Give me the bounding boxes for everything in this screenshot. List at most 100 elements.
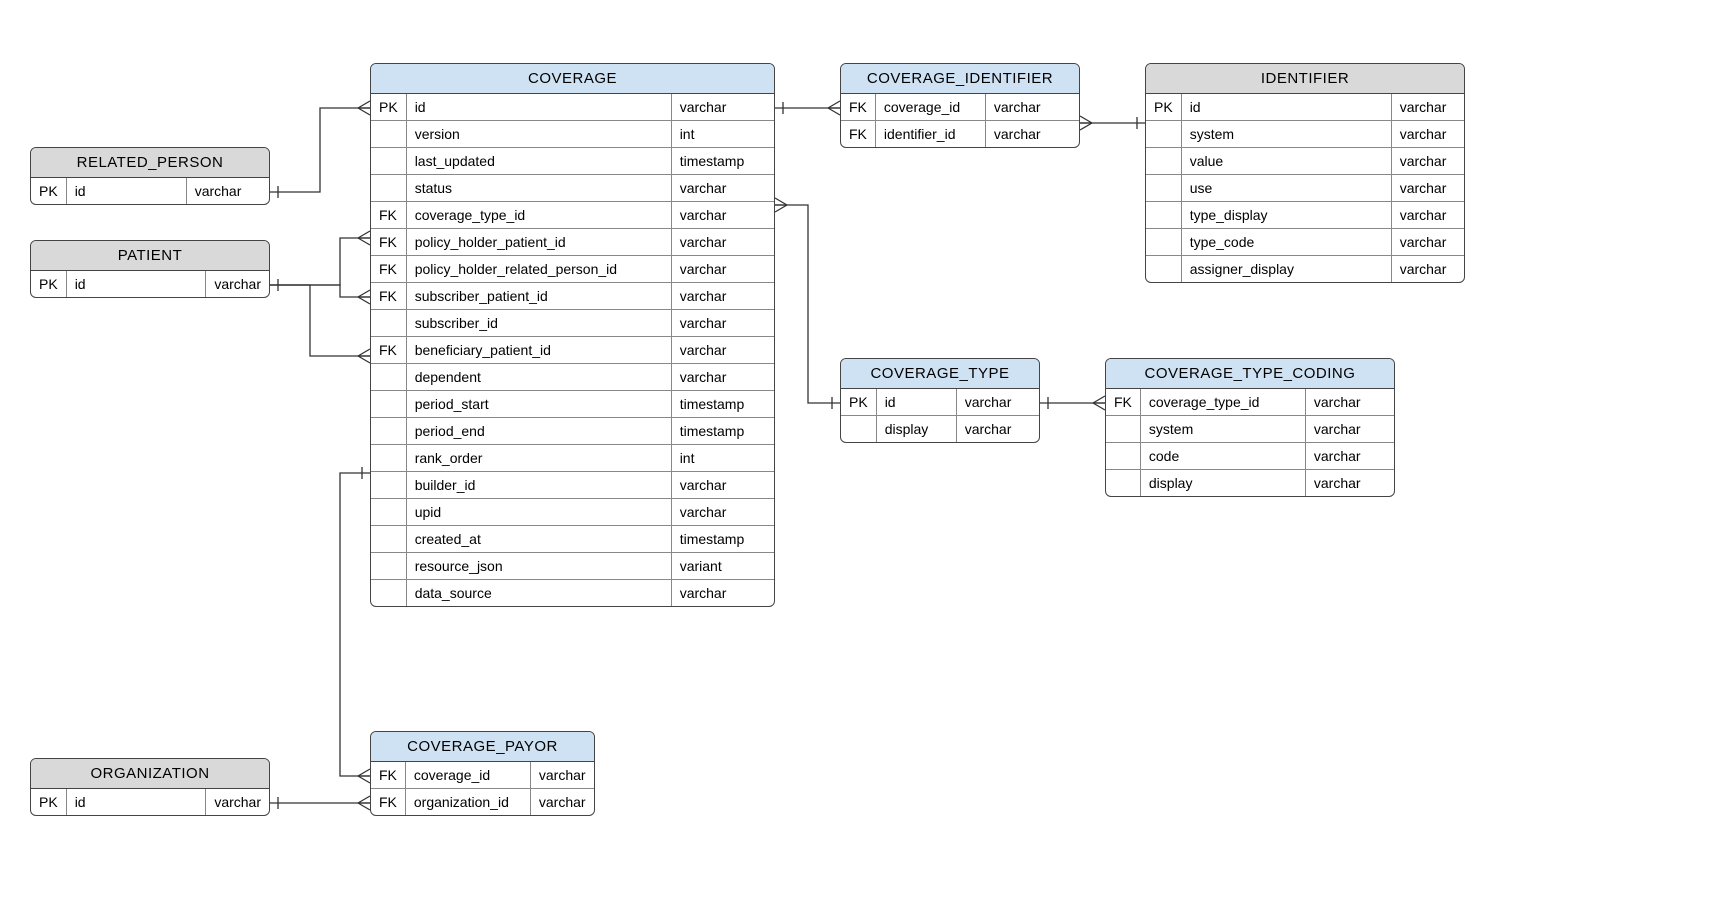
type-cell: timestamp bbox=[671, 148, 774, 175]
entity-title: PATIENT bbox=[31, 241, 269, 271]
table-row: FKsubscriber_patient_idvarchar bbox=[371, 283, 774, 310]
name-cell: upid bbox=[406, 499, 671, 526]
type-cell: varchar bbox=[1391, 202, 1464, 229]
table-row: type_codevarchar bbox=[1146, 229, 1464, 256]
table-row: FKcoverage_type_idvarchar bbox=[1106, 389, 1394, 416]
entity-coverage-payor: COVERAGE_PAYORFKcoverage_idvarcharFKorga… bbox=[370, 731, 595, 816]
name-cell: beneficiary_patient_id bbox=[406, 337, 671, 364]
table-row: dependentvarchar bbox=[371, 364, 774, 391]
entity-title: COVERAGE_TYPE_CODING bbox=[1106, 359, 1394, 389]
entity-title: COVERAGE_PAYOR bbox=[371, 732, 594, 762]
table-row: rank_orderint bbox=[371, 445, 774, 472]
table-row: FKcoverage_idvarchar bbox=[371, 762, 594, 789]
entity-rows: PKidvarchar bbox=[31, 178, 269, 204]
table-row: data_sourcevarchar bbox=[371, 580, 774, 607]
entity-title: COVERAGE_IDENTIFIER bbox=[841, 64, 1079, 94]
type-cell: varchar bbox=[671, 283, 774, 310]
type-cell: varchar bbox=[1305, 470, 1394, 497]
table-row: FKorganization_idvarchar bbox=[371, 789, 594, 816]
er-diagram-canvas: RELATED_PERSONPKidvarcharPATIENTPKidvarc… bbox=[0, 0, 1735, 909]
type-cell: varchar bbox=[985, 121, 1079, 148]
name-cell: builder_id bbox=[406, 472, 671, 499]
name-cell: period_start bbox=[406, 391, 671, 418]
table-row: type_displayvarchar bbox=[1146, 202, 1464, 229]
name-cell: type_code bbox=[1181, 229, 1391, 256]
entity-title: COVERAGE_TYPE bbox=[841, 359, 1039, 389]
key-cell bbox=[1146, 229, 1181, 256]
key-cell: PK bbox=[31, 178, 66, 204]
type-cell: varchar bbox=[206, 789, 269, 815]
name-cell: coverage_type_id bbox=[1140, 389, 1305, 416]
key-cell: FK bbox=[841, 121, 875, 148]
connector-coverage-to-coverage_type bbox=[775, 205, 840, 403]
table-row: PKidvarchar bbox=[371, 94, 774, 121]
name-cell: data_source bbox=[406, 580, 671, 607]
table-row: FKbeneficiary_patient_idvarchar bbox=[371, 337, 774, 364]
table-row: codevarchar bbox=[1106, 443, 1394, 470]
key-cell bbox=[1146, 121, 1181, 148]
table-row: versionint bbox=[371, 121, 774, 148]
table-row: PKidvarchar bbox=[31, 271, 269, 297]
type-cell: varchar bbox=[186, 178, 269, 204]
type-cell: varchar bbox=[671, 175, 774, 202]
table-row: created_attimestamp bbox=[371, 526, 774, 553]
table-row: systemvarchar bbox=[1146, 121, 1464, 148]
entity-coverage-identifier: COVERAGE_IDENTIFIERFKcoverage_idvarcharF… bbox=[840, 63, 1080, 148]
connector-coverage-to-coverage_payor bbox=[340, 473, 370, 776]
key-cell: FK bbox=[1106, 389, 1140, 416]
type-cell: timestamp bbox=[671, 391, 774, 418]
name-cell: id bbox=[406, 94, 671, 121]
name-cell: subscriber_id bbox=[406, 310, 671, 337]
key-cell bbox=[371, 472, 406, 499]
connector-patient-to-coverage-policy_holder bbox=[270, 238, 370, 285]
name-cell: organization_id bbox=[405, 789, 530, 816]
name-cell: created_at bbox=[406, 526, 671, 553]
key-cell: PK bbox=[1146, 94, 1181, 121]
type-cell: varchar bbox=[671, 472, 774, 499]
key-cell bbox=[1146, 256, 1181, 283]
name-cell: coverage_id bbox=[405, 762, 530, 789]
key-cell bbox=[371, 580, 406, 607]
type-cell: varchar bbox=[671, 94, 774, 121]
key-cell bbox=[371, 148, 406, 175]
table-row: FKcoverage_type_idvarchar bbox=[371, 202, 774, 229]
table-row: last_updatedtimestamp bbox=[371, 148, 774, 175]
type-cell: varchar bbox=[530, 762, 594, 789]
type-cell: varchar bbox=[1391, 148, 1464, 175]
entity-rows: FKcoverage_idvarcharFKorganization_idvar… bbox=[371, 762, 594, 815]
key-cell bbox=[371, 391, 406, 418]
key-cell bbox=[1146, 175, 1181, 202]
table-row: usevarchar bbox=[1146, 175, 1464, 202]
table-row: builder_idvarchar bbox=[371, 472, 774, 499]
table-row: FKpolicy_holder_patient_idvarchar bbox=[371, 229, 774, 256]
key-cell: PK bbox=[31, 271, 66, 297]
type-cell: varchar bbox=[671, 310, 774, 337]
table-row: period_starttimestamp bbox=[371, 391, 774, 418]
type-cell: varchar bbox=[956, 389, 1039, 416]
type-cell: variant bbox=[671, 553, 774, 580]
type-cell: varchar bbox=[530, 789, 594, 816]
name-cell: coverage_type_id bbox=[406, 202, 671, 229]
key-cell bbox=[371, 445, 406, 472]
type-cell: varchar bbox=[671, 364, 774, 391]
name-cell: dependent bbox=[406, 364, 671, 391]
table-row: PKidvarchar bbox=[1146, 94, 1464, 121]
entity-rows: PKidvarchar bbox=[31, 789, 269, 815]
name-cell: policy_holder_related_person_id bbox=[406, 256, 671, 283]
type-cell: varchar bbox=[671, 499, 774, 526]
table-row: PKidvarchar bbox=[841, 389, 1039, 416]
table-row: resource_jsonvariant bbox=[371, 553, 774, 580]
name-cell: display bbox=[1140, 470, 1305, 497]
name-cell: assigner_display bbox=[1181, 256, 1391, 283]
key-cell bbox=[371, 553, 406, 580]
name-cell: value bbox=[1181, 148, 1391, 175]
key-cell bbox=[371, 499, 406, 526]
name-cell: id bbox=[66, 789, 206, 815]
table-row: FKpolicy_holder_related_person_idvarchar bbox=[371, 256, 774, 283]
key-cell: PK bbox=[841, 389, 876, 416]
key-cell: FK bbox=[371, 337, 406, 364]
key-cell: FK bbox=[841, 94, 875, 121]
key-cell: FK bbox=[371, 229, 406, 256]
type-cell: varchar bbox=[206, 271, 269, 297]
key-cell bbox=[371, 121, 406, 148]
